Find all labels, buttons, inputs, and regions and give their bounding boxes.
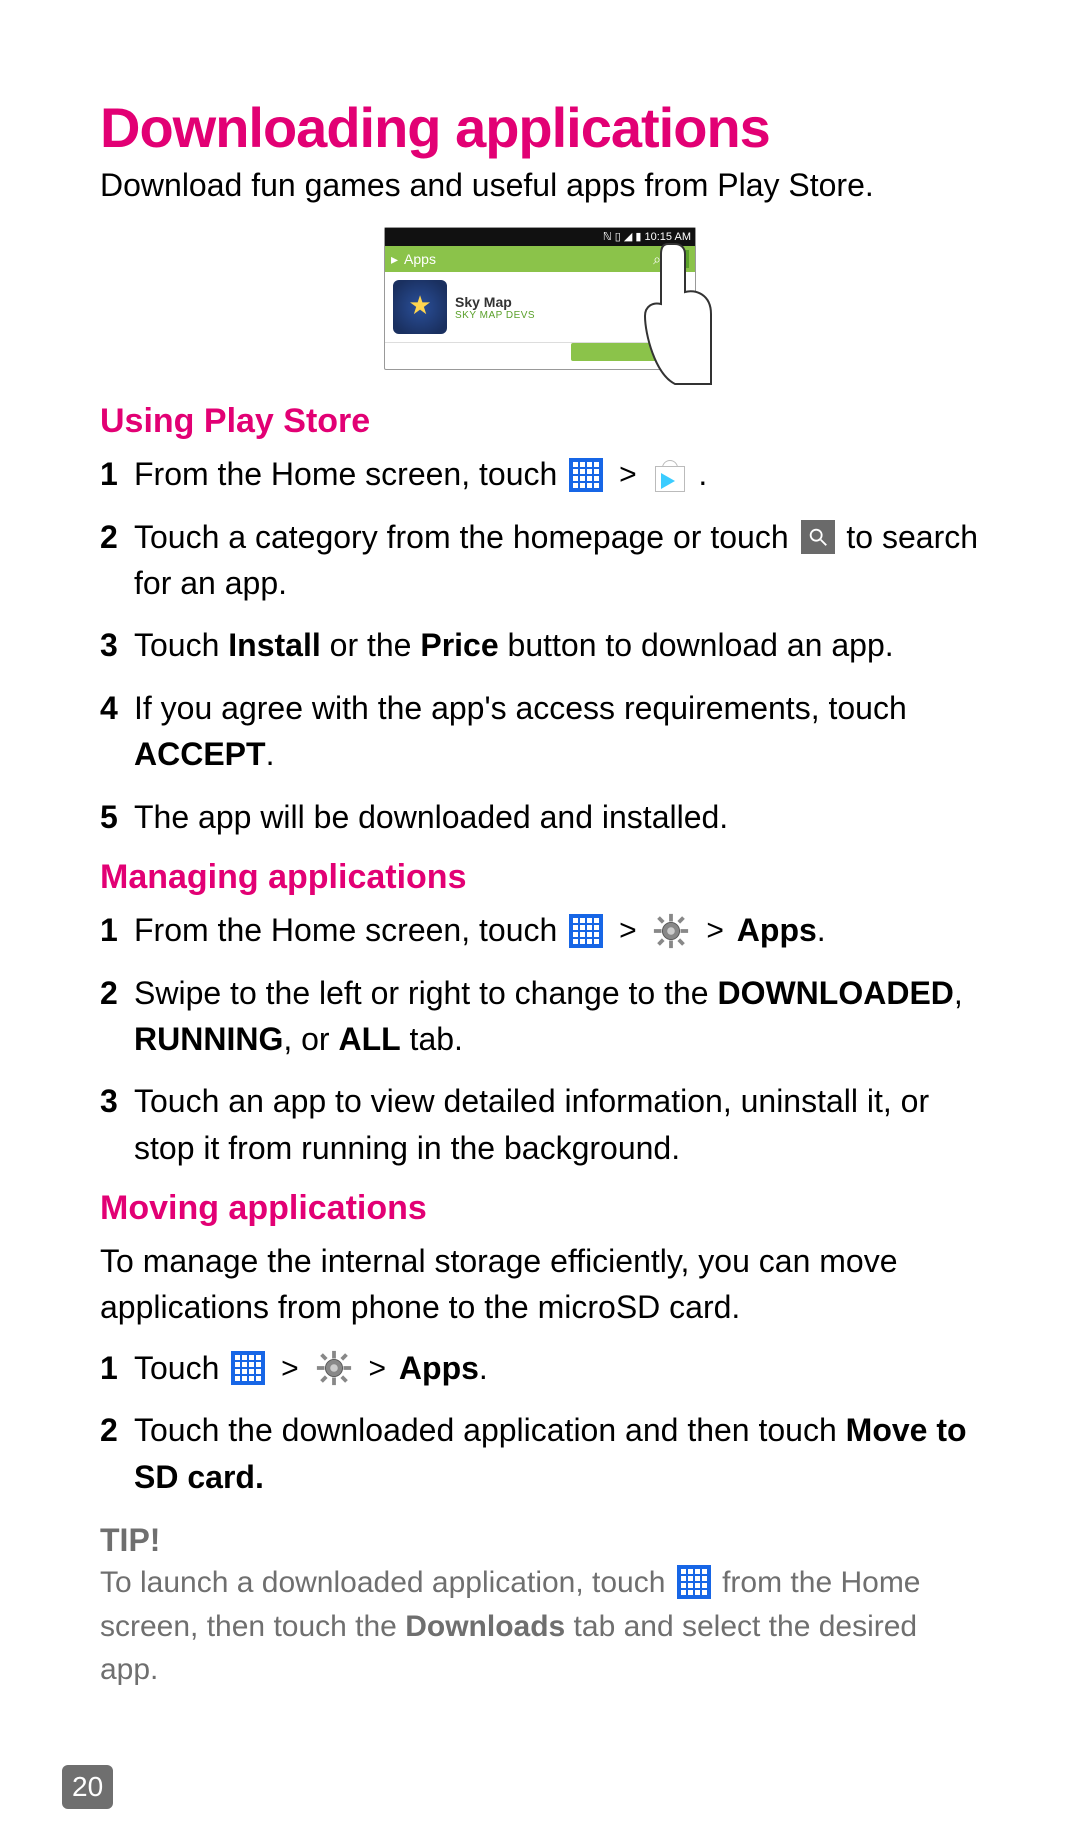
managing-step-3: Touch an app to view detailed informatio… xyxy=(100,1078,980,1171)
gear-icon xyxy=(315,1349,353,1387)
intro-text: Download fun games and useful apps from … xyxy=(100,164,980,207)
managing-step-2: Swipe to the left or right to change to … xyxy=(100,970,980,1063)
apps-grid-icon xyxy=(677,1565,711,1599)
tip-block: TIP! To launch a downloaded application,… xyxy=(100,1522,980,1692)
apps-grid-icon xyxy=(231,1351,265,1385)
page-title: Downloading applications xyxy=(100,95,980,160)
tip-text: To launch a downloaded application, touc… xyxy=(100,1561,980,1692)
section-managing-heading: Managing applications xyxy=(100,858,980,897)
search-icon xyxy=(801,520,835,554)
app-developer: SKY MAP DEVS xyxy=(455,310,535,321)
hand-pointer-icon xyxy=(623,234,713,394)
using-step-3: Touch Install or the Price button to dow… xyxy=(100,622,980,668)
apps-grid-icon xyxy=(569,458,603,492)
app-name: Sky Map xyxy=(455,294,535,310)
using-step-5: The app will be downloaded and installed… xyxy=(100,794,980,840)
play-store-icon xyxy=(652,458,686,492)
using-steps: From the Home screen, touch > . Touch a … xyxy=(100,451,980,840)
apps-grid-icon xyxy=(569,914,603,948)
screenshot-figure: ℕ ▯ ◢ ▮ 10:15 AM ▸ Apps ⌕ < Sky Map SKY … xyxy=(100,227,980,370)
gear-icon xyxy=(652,912,690,950)
app-icon xyxy=(393,280,447,334)
manual-page: Downloading applications Download fun ga… xyxy=(0,0,1080,1835)
moving-steps: Touch > > Apps. Touch the downloaded app… xyxy=(100,1345,980,1500)
using-step-4: If you agree with the app's access requi… xyxy=(100,685,980,778)
managing-step-1: From the Home screen, touch > > Apps. xyxy=(100,907,980,954)
store-icon: ▸ xyxy=(391,251,398,268)
using-step-1: From the Home screen, touch > . xyxy=(100,451,980,498)
section-using-heading: Using Play Store xyxy=(100,402,980,441)
page-number: 20 xyxy=(62,1765,113,1809)
section-moving-heading: Moving applications xyxy=(100,1189,980,1228)
app-meta: Sky Map SKY MAP DEVS xyxy=(455,294,535,321)
phone-screenshot: ℕ ▯ ◢ ▮ 10:15 AM ▸ Apps ⌕ < Sky Map SKY … xyxy=(384,227,696,370)
apps-header-label: Apps xyxy=(404,251,436,267)
moving-intro: To manage the internal storage efficient… xyxy=(100,1238,980,1331)
moving-step-1: Touch > > Apps. xyxy=(100,1345,980,1392)
moving-step-2: Touch the downloaded application and the… xyxy=(100,1407,980,1500)
using-step-2: Touch a category from the homepage or to… xyxy=(100,514,980,607)
managing-steps: From the Home screen, touch > > Apps. Sw… xyxy=(100,907,980,1171)
tip-title: TIP! xyxy=(100,1522,980,1559)
